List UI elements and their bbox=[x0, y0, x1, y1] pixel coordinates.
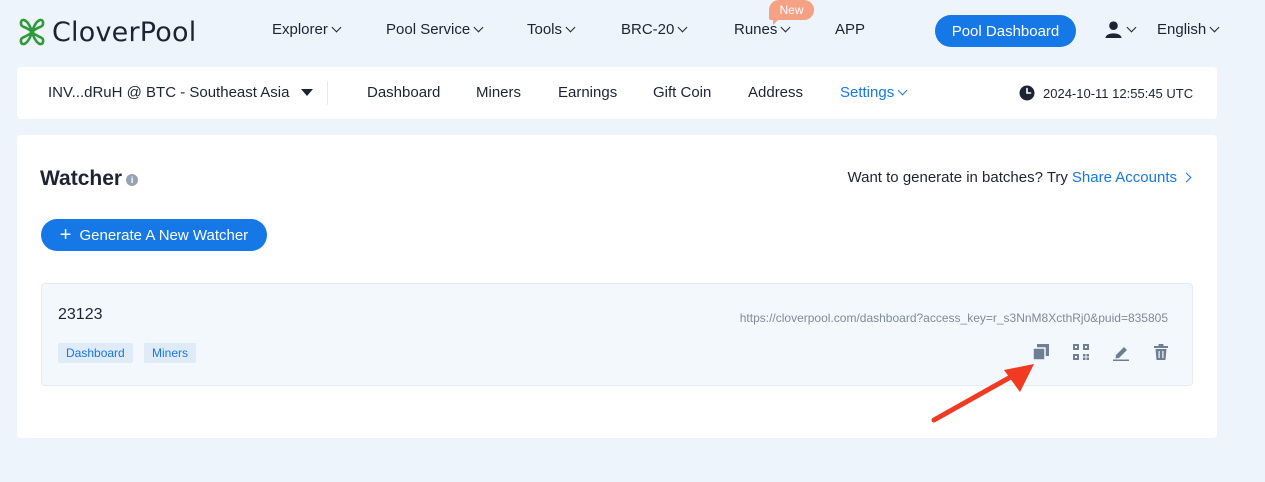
chevron-down-icon bbox=[331, 22, 342, 33]
nav-brc20-label: BRC-20 bbox=[621, 21, 675, 38]
edit-icon bbox=[1113, 347, 1129, 361]
tab-earnings-label: Earnings bbox=[558, 84, 618, 101]
share-accounts-label: Share Accounts bbox=[1071, 169, 1177, 186]
tab-earnings[interactable]: Earnings bbox=[558, 84, 617, 101]
tab-dashboard[interactable]: Dashboard bbox=[367, 84, 440, 101]
chevron-down-icon bbox=[780, 22, 791, 33]
batch-hint: Want to generate in batches? Try Share A… bbox=[847, 169, 1192, 186]
generate-watcher-button[interactable]: + Generate A New Watcher bbox=[41, 219, 267, 251]
tab-miners[interactable]: Miners bbox=[476, 84, 521, 101]
tab-address[interactable]: Address bbox=[748, 84, 803, 101]
nav-pool-service-label: Pool Service bbox=[386, 21, 471, 38]
caret-down-icon bbox=[301, 89, 314, 96]
brand-name: CloverPool bbox=[52, 16, 197, 48]
watcher-item: 23123 https://cloverpool.com/dashboard?a… bbox=[41, 283, 1193, 386]
share-accounts-link[interactable]: Share Accounts bbox=[1071, 169, 1192, 186]
tab-miners-label: Miners bbox=[476, 84, 522, 101]
tab-settings-label: Settings bbox=[840, 84, 895, 101]
watcher-url[interactable]: https://cloverpool.com/dashboard?access_… bbox=[740, 311, 1168, 325]
plus-icon: + bbox=[59, 224, 72, 246]
chevron-down-icon bbox=[1209, 22, 1220, 33]
nav-pool-service[interactable]: Pool Service bbox=[386, 21, 484, 38]
edit-button[interactable] bbox=[1112, 343, 1130, 361]
divider bbox=[327, 81, 328, 105]
generate-watcher-label: Generate A New Watcher bbox=[79, 226, 249, 244]
delete-icon bbox=[1154, 344, 1168, 360]
new-badge: New bbox=[769, 0, 814, 25]
watcher-tag-miners[interactable]: Miners bbox=[144, 343, 197, 363]
nav-app[interactable]: APP bbox=[835, 21, 865, 38]
chevron-down-icon bbox=[1126, 22, 1137, 33]
watcher-tag-dashboard[interactable]: Dashboard bbox=[58, 343, 133, 363]
nav-runes-label: Runes bbox=[734, 21, 778, 38]
chevron-down-icon bbox=[897, 85, 908, 96]
watcher-panel: Watcher i Want to generate in batches? T… bbox=[17, 135, 1217, 438]
page-title-text: Watcher bbox=[40, 167, 123, 190]
nav-runes[interactable]: Runes bbox=[734, 21, 791, 38]
server-time-text: 2024-10-11 12:55:45 UTC bbox=[1043, 85, 1194, 101]
account-label: INV...dRuH @ BTC - Southeast Asia bbox=[48, 84, 290, 101]
chevron-down-icon bbox=[473, 22, 484, 33]
nav-app-label: APP bbox=[835, 21, 866, 38]
tab-gift-coin-label: Gift Coin bbox=[653, 84, 712, 101]
copy-icon bbox=[1032, 344, 1049, 361]
tab-address-label: Address bbox=[748, 84, 804, 101]
tab-settings[interactable]: Settings bbox=[840, 84, 908, 101]
user-icon bbox=[1105, 21, 1122, 39]
chevron-right-icon bbox=[1181, 172, 1192, 183]
page-title: Watcher i bbox=[40, 167, 139, 191]
watcher-name: 23123 bbox=[58, 306, 103, 323]
nav-tools-label: Tools bbox=[527, 21, 563, 38]
nav-explorer[interactable]: Explorer bbox=[272, 21, 342, 38]
account-selector[interactable]: INV...dRuH @ BTC - Southeast Asia bbox=[48, 84, 314, 101]
server-time: 2024-10-11 12:55:45 UTC bbox=[1019, 85, 1193, 101]
language-selector[interactable]: English bbox=[1157, 21, 1220, 38]
batch-hint-text: Want to generate in batches? Try bbox=[847, 169, 1068, 186]
nav-tools[interactable]: Tools bbox=[527, 21, 576, 38]
tab-dashboard-label: Dashboard bbox=[367, 84, 441, 101]
user-menu[interactable] bbox=[1104, 20, 1137, 39]
nav-brc20[interactable]: BRC-20 bbox=[621, 21, 688, 38]
copy-button[interactable] bbox=[1032, 343, 1050, 361]
clover-logo-icon bbox=[19, 18, 45, 46]
info-icon[interactable]: i bbox=[126, 174, 139, 186]
delete-button[interactable] bbox=[1152, 343, 1170, 361]
top-navigation: CloverPool Explorer Pool Service Tools B… bbox=[0, 0, 1265, 62]
nav-explorer-label: Explorer bbox=[272, 21, 328, 38]
chevron-down-icon bbox=[677, 22, 688, 33]
chevron-down-icon bbox=[565, 22, 576, 33]
account-subnav: INV...dRuH @ BTC - Southeast Asia Dashbo… bbox=[17, 67, 1217, 119]
qrcode-button[interactable] bbox=[1072, 343, 1090, 361]
clock-icon bbox=[1019, 85, 1035, 101]
language-label: English bbox=[1157, 21, 1207, 38]
pool-dashboard-button[interactable]: Pool Dashboard bbox=[935, 15, 1076, 47]
logo[interactable]: CloverPool bbox=[16, 16, 196, 48]
tab-gift-coin[interactable]: Gift Coin bbox=[653, 84, 711, 101]
qrcode-icon bbox=[1073, 344, 1089, 360]
